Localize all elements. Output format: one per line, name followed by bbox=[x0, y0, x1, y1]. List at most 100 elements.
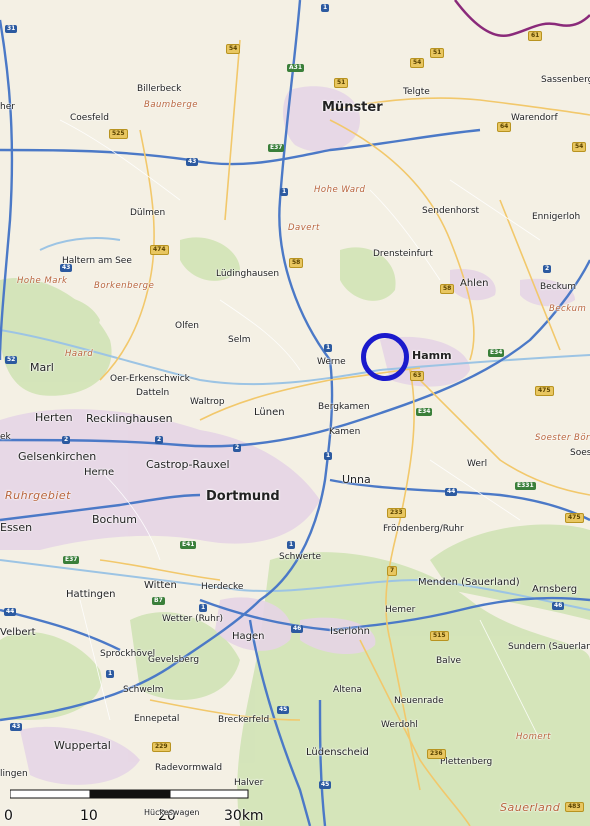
town-label: Ennigerloh bbox=[532, 212, 581, 222]
town-label: Neuenrade bbox=[394, 696, 444, 706]
road-shield: 525 bbox=[109, 129, 128, 139]
road-shield: 54 bbox=[226, 44, 241, 54]
road-shield: 474 bbox=[150, 245, 169, 255]
motorway-shield: 44 bbox=[445, 488, 458, 496]
road-shield: 58 bbox=[289, 258, 304, 268]
town-label: Radevormwald bbox=[155, 763, 223, 773]
town-label: Gevelsberg bbox=[148, 655, 200, 665]
city-label-bochum: Bochum bbox=[92, 513, 137, 526]
scale-tick-10: 10 bbox=[80, 808, 98, 824]
road-shield: 51 bbox=[334, 78, 349, 88]
town-label: Schwelm bbox=[123, 685, 164, 695]
road-shield: 233 bbox=[387, 508, 406, 518]
motorway-shield: 1 bbox=[324, 344, 333, 352]
euro-route-shield: E34 bbox=[488, 349, 505, 357]
scale-tick-30km: 30km bbox=[224, 808, 264, 824]
region-label: Ruhrgebiet bbox=[5, 489, 71, 502]
road-shield: 58 bbox=[440, 284, 455, 294]
road-shield: 64 bbox=[497, 122, 512, 132]
town-label: Sundern (Sauerland) bbox=[508, 642, 590, 652]
town-label: Billerbeck bbox=[137, 84, 182, 94]
town-label: Sassenberg bbox=[541, 75, 590, 85]
region-label: Borkenberge bbox=[94, 281, 155, 291]
motorway-shield: 31 bbox=[5, 25, 18, 33]
city-label-unna: Unna bbox=[342, 473, 371, 486]
town-label: Warendorf bbox=[511, 113, 558, 123]
town-label: Balve bbox=[436, 656, 462, 666]
town-label: Hückeswagen bbox=[144, 808, 200, 817]
town-label: Altena bbox=[333, 685, 362, 695]
map-canvas[interactable]: Münster Dortmund Hamm Gelsenkirchen Reck… bbox=[0, 0, 590, 826]
euro-route-shield: E37 bbox=[268, 144, 285, 152]
region-label: Hohe Ward bbox=[314, 185, 366, 195]
town-label: Marl bbox=[30, 361, 54, 374]
scale-tick-0: 0 bbox=[4, 808, 13, 824]
road-shield: 236 bbox=[427, 749, 446, 759]
road-shield: 483 bbox=[565, 802, 584, 812]
city-label-castrop-rauxel: Castrop-Rauxel bbox=[146, 458, 230, 471]
town-label: Werl bbox=[467, 459, 488, 469]
town-label: Soest bbox=[570, 448, 590, 458]
motorway-shield: 2 bbox=[155, 436, 164, 444]
city-label-recklinghausen: Recklinghausen bbox=[86, 412, 173, 425]
euro-route-shield: B7 bbox=[152, 597, 165, 605]
town-label: Herten bbox=[35, 411, 73, 424]
motorway-shield: 1 bbox=[106, 670, 115, 678]
motorway-shield: 1 bbox=[321, 4, 330, 12]
motorway-shield: 2 bbox=[543, 265, 552, 273]
town-label: Sprockhövel bbox=[100, 649, 156, 659]
town-label: Werdohl bbox=[381, 720, 418, 730]
town-label: Beckum bbox=[540, 282, 577, 292]
partial-label: lingen bbox=[0, 769, 28, 779]
town-label: Sendenhorst bbox=[422, 206, 480, 216]
town-label: Schwerte bbox=[279, 552, 322, 562]
region-label: Baumberge bbox=[144, 100, 198, 110]
euro-route-shield: E41 bbox=[180, 541, 197, 549]
town-label: Halver bbox=[234, 778, 264, 788]
town-label: Bergkamen bbox=[318, 402, 370, 412]
town-label: Plettenberg bbox=[440, 757, 493, 767]
motorway-shield: 1 bbox=[287, 541, 296, 549]
motorway-shield: 1 bbox=[324, 452, 333, 460]
city-label-arnsberg: Arnsberg bbox=[532, 584, 578, 595]
town-label: Herdecke bbox=[201, 582, 244, 592]
road-shield: 7 bbox=[387, 566, 398, 576]
location-marker-circle[interactable] bbox=[361, 333, 409, 381]
region-label: Homert bbox=[516, 732, 551, 742]
town-label: Telgte bbox=[403, 87, 430, 97]
motorway-shield: 1 bbox=[280, 188, 289, 196]
motorway-shield: 43 bbox=[186, 158, 199, 166]
town-label: Wetter (Ruhr) bbox=[162, 614, 224, 624]
road-shield: 229 bbox=[152, 742, 171, 752]
city-label-velbert: Velbert bbox=[0, 627, 36, 638]
euro-route-shield: E34 bbox=[416, 408, 433, 416]
motorway-shield: 44 bbox=[4, 608, 17, 616]
motorway-shield: 45 bbox=[319, 781, 332, 789]
road-shield: 51 bbox=[430, 48, 445, 58]
region-label: Beckum bbox=[549, 304, 587, 314]
town-label: Waltrop bbox=[190, 397, 225, 407]
motorway-shield: 46 bbox=[291, 625, 304, 633]
region-label: Hohe Mark bbox=[17, 276, 68, 286]
motorway-shield: 52 bbox=[5, 356, 18, 364]
motorway-shield: 2 bbox=[233, 444, 242, 452]
town-label: Breckerfeld bbox=[218, 715, 270, 725]
city-label-ahlen: Ahlen bbox=[460, 278, 489, 289]
scale-bar: 0 10 20 30km Hückeswagen bbox=[4, 788, 264, 824]
road-shield: 61 bbox=[528, 31, 543, 41]
partial-label: ek bbox=[0, 432, 11, 442]
town-label: Kamen bbox=[329, 427, 361, 437]
city-label-hagen: Hagen bbox=[232, 631, 265, 642]
city-label-muenster: Münster bbox=[322, 100, 383, 115]
euro-route-shield: A31 bbox=[287, 64, 304, 72]
city-label-hattingen: Hattingen bbox=[66, 589, 116, 600]
motorway-shield: 43 bbox=[10, 723, 23, 731]
partial-label: her bbox=[0, 102, 15, 112]
town-label: Coesfeld bbox=[70, 113, 109, 123]
town-label: Fröndenberg/Ruhr bbox=[383, 524, 464, 534]
city-label-herne: Herne bbox=[84, 467, 115, 478]
town-label: Werne bbox=[317, 357, 346, 367]
scale-bar-graphic bbox=[10, 789, 249, 799]
motorway-shield: 45 bbox=[277, 706, 290, 714]
region-label: Sauerland bbox=[500, 801, 561, 814]
